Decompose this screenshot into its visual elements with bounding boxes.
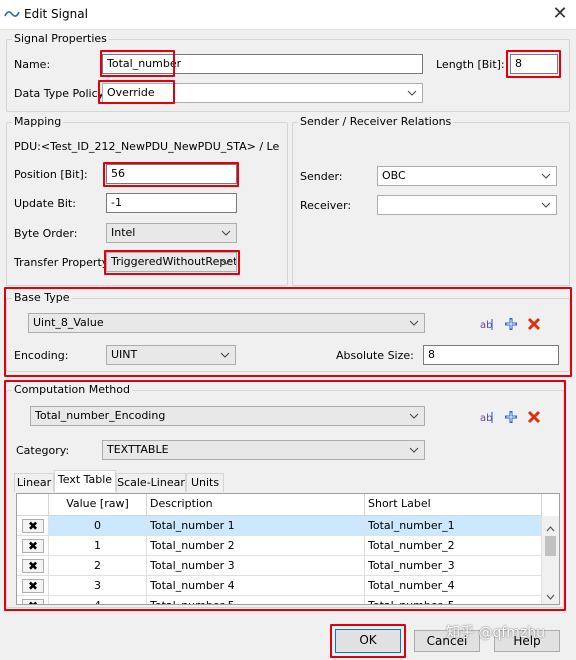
chevron-down-icon[interactable] xyxy=(407,84,419,102)
byte-order-value: Intel xyxy=(111,226,136,239)
highlight-length xyxy=(506,50,561,78)
sender-value: OBC xyxy=(382,169,406,182)
watermark: 知乎 @qfmzhu xyxy=(446,625,545,641)
byte-order-label: Byte Order: xyxy=(14,227,78,240)
highlight-position xyxy=(103,162,239,187)
highlight-transfer-property xyxy=(104,250,240,275)
highlight-ok-button xyxy=(330,624,406,658)
close-icon[interactable]: ✕ xyxy=(552,3,567,24)
update-bit-label: Update Bit: xyxy=(14,197,76,210)
name-label: Name: xyxy=(14,58,51,71)
sender-select[interactable]: OBC xyxy=(377,166,557,186)
data-type-policy-label: Data Type Policy: xyxy=(14,87,108,100)
signal-properties-label: Signal Properties xyxy=(12,32,109,45)
highlight-computation-method xyxy=(4,380,566,611)
length-label: Length [Bit]: xyxy=(436,58,505,71)
close-button[interactable]: ✕ xyxy=(546,3,574,25)
signal-app-icon xyxy=(4,8,20,20)
pdu-text: PDU:<Test_ID_212_NewPDU_NewPDU_STA> / Le… xyxy=(14,140,280,153)
receiver-label: Receiver: xyxy=(300,199,352,212)
highlight-data-type-policy xyxy=(98,80,175,104)
highlight-name xyxy=(100,50,175,77)
chevron-down-icon[interactable] xyxy=(541,196,553,214)
position-label: Position [Bit]: xyxy=(14,168,88,181)
receiver-select[interactable] xyxy=(377,195,557,215)
window-title: Edit Signal xyxy=(24,7,88,21)
sender-receiver-label: Sender / Receiver Relations xyxy=(298,115,454,128)
chevron-down-icon[interactable] xyxy=(221,224,233,242)
chevron-down-icon[interactable] xyxy=(541,167,553,185)
transfer-property-label: Transfer Property: xyxy=(14,256,112,269)
byte-order-select[interactable]: Intel xyxy=(106,223,237,243)
highlight-base-type xyxy=(4,287,572,377)
mapping-label: Mapping xyxy=(12,115,64,128)
update-bit-input[interactable]: -1 xyxy=(106,193,237,213)
sender-label: Sender: xyxy=(300,170,343,183)
